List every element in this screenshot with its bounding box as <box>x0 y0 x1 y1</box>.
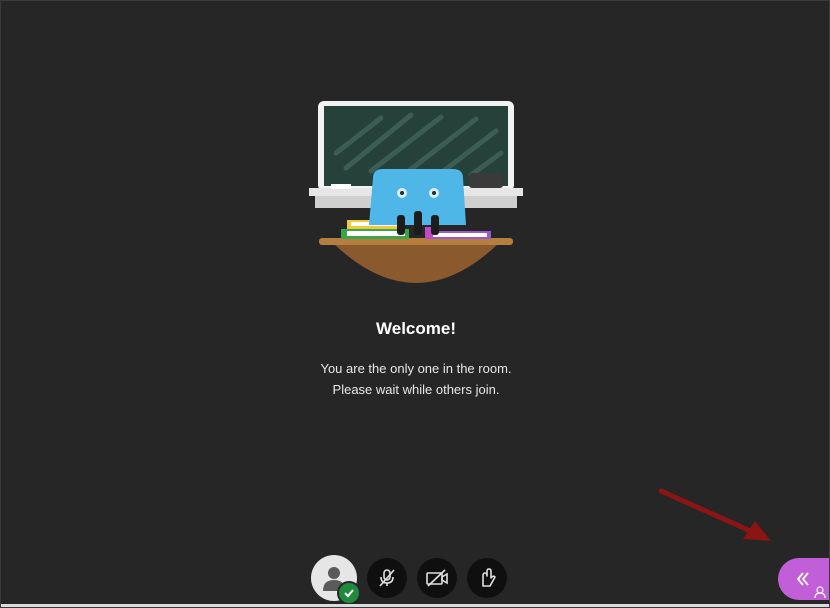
status-check-icon <box>337 581 361 605</box>
microphone-button[interactable] <box>367 558 407 598</box>
session-window: Welcome! You are the only one in the roo… <box>0 0 830 608</box>
my-status-button[interactable] <box>311 555 361 605</box>
microphone-muted-icon <box>379 569 395 587</box>
raise-hand-button[interactable] <box>467 558 507 598</box>
session-controls <box>311 554 507 605</box>
welcome-line-1: You are the only one in the room. <box>320 361 512 376</box>
raise-hand-icon <box>482 568 496 587</box>
welcome-title: Welcome! <box>376 319 456 338</box>
welcome-line-2: Please wait while others join. <box>332 382 500 397</box>
classroom-illustration <box>309 101 523 283</box>
camera-off-icon <box>426 569 448 587</box>
bottom-border <box>1 604 829 607</box>
annotation-arrow-icon <box>658 488 771 541</box>
attendees-icon <box>814 586 826 599</box>
open-panel-button[interactable] <box>778 558 829 600</box>
camera-button[interactable] <box>417 558 457 598</box>
welcome-message: You are the only one in the room. Please… <box>1 358 829 400</box>
chevron-double-left-icon <box>796 572 809 586</box>
